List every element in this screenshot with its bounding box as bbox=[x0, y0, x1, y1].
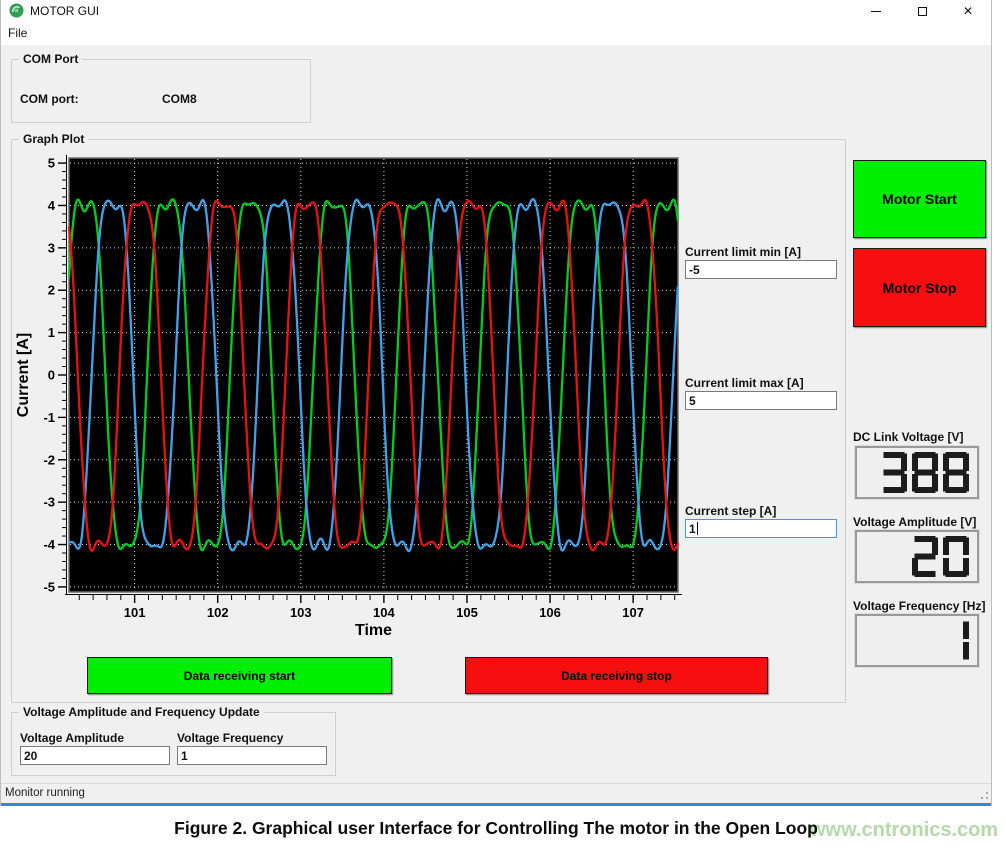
svg-text:Time: Time bbox=[355, 622, 392, 639]
current-step-input[interactable] bbox=[685, 519, 837, 538]
svg-text:105: 105 bbox=[456, 605, 478, 620]
svg-text:103: 103 bbox=[290, 605, 312, 620]
svg-text:106: 106 bbox=[539, 605, 561, 620]
motor-start-button[interactable]: Motor Start bbox=[853, 160, 986, 238]
current-limit-max-label: Current limit max [A] bbox=[685, 376, 839, 390]
title-bar: MOTOR GUI ✕ bbox=[1, 0, 991, 22]
resize-grip-icon[interactable] bbox=[976, 787, 988, 799]
svg-text:2: 2 bbox=[48, 283, 55, 298]
menu-bar: File bbox=[1, 22, 991, 45]
status-bar: Monitor running bbox=[1, 783, 991, 803]
svg-text:-1: -1 bbox=[43, 410, 55, 425]
voltage-amplitude-display bbox=[855, 530, 979, 583]
voltage-amplitude-display-label: Voltage Amplitude [V] bbox=[853, 515, 976, 529]
figure-caption: Figure 2. Graphical user Interface for C… bbox=[0, 818, 992, 839]
voltage-frequency-input[interactable] bbox=[177, 746, 327, 765]
data-receiving-start-button[interactable]: Data receiving start bbox=[87, 657, 392, 694]
dc-link-voltage-label: DC Link Voltage [V] bbox=[853, 430, 963, 444]
svg-text:102: 102 bbox=[207, 605, 229, 620]
app-icon bbox=[9, 3, 24, 18]
current-limit-min-field: Current limit min [A] bbox=[685, 245, 839, 279]
voltage-frequency-field: Voltage Frequency bbox=[177, 731, 331, 765]
svg-text:1: 1 bbox=[48, 325, 55, 340]
svg-text:0: 0 bbox=[48, 368, 55, 383]
minimize-button[interactable] bbox=[853, 0, 899, 22]
graph-plot-group: Graph Plot 101102103104105106107-5-4-3-2… bbox=[11, 139, 846, 703]
voltage-amplitude-input[interactable] bbox=[20, 746, 170, 765]
dc-link-voltage-display bbox=[855, 446, 979, 499]
current-limit-min-input[interactable] bbox=[685, 260, 837, 279]
svg-text:-3: -3 bbox=[43, 495, 55, 510]
motor-stop-button[interactable]: Motor Stop bbox=[853, 248, 986, 327]
svg-text:5: 5 bbox=[48, 156, 55, 171]
figure-caption-area: www.cntronics.com Figure 2. Graphical us… bbox=[0, 806, 1006, 848]
current-waveform-chart: 101 102 103 104 105 106 107 -5 -4 -3 -2 -1 0 1 2 3 4 5 Tim… bbox=[16, 146, 686, 646]
com-port-group: COM Port COM port: COM8 bbox=[11, 59, 311, 123]
svg-text:4: 4 bbox=[48, 198, 56, 213]
com-port-group-title: COM Port bbox=[19, 52, 82, 66]
app-window: MOTOR GUI ✕ File COM Port COM port: COM8… bbox=[0, 0, 992, 806]
svg-text:3: 3 bbox=[48, 240, 55, 255]
voltage-frequency-display-label: Voltage Frequency [Hz] bbox=[853, 599, 985, 613]
current-limit-min-label: Current limit min [A] bbox=[685, 245, 839, 259]
menu-file[interactable]: File bbox=[1, 22, 34, 44]
com-port-label: COM port: bbox=[20, 92, 79, 106]
voltage-frequency-display bbox=[855, 614, 979, 667]
voltage-amplitude-field: Voltage Amplitude bbox=[20, 731, 174, 765]
svg-text:-2: -2 bbox=[43, 452, 55, 467]
maximize-button[interactable] bbox=[899, 0, 945, 22]
graph-plot-group-title: Graph Plot bbox=[19, 132, 88, 146]
voltage-amplitude-label: Voltage Amplitude bbox=[20, 731, 174, 745]
voltage-frequency-label: Voltage Frequency bbox=[177, 731, 331, 745]
voltage-update-group: Voltage Amplitude and Frequency Update V… bbox=[11, 712, 336, 776]
current-limit-max-input[interactable] bbox=[685, 391, 837, 410]
window-title: MOTOR GUI bbox=[30, 4, 99, 18]
svg-text:107: 107 bbox=[622, 605, 644, 620]
current-step-label: Current step [A] bbox=[685, 504, 839, 518]
svg-text:101: 101 bbox=[124, 605, 146, 620]
svg-text:-5: -5 bbox=[43, 579, 55, 594]
svg-text:Current [A]: Current [A] bbox=[16, 333, 32, 417]
svg-text:-4: -4 bbox=[43, 537, 55, 552]
current-step-field: Current step [A] bbox=[685, 504, 839, 538]
voltage-update-group-title: Voltage Amplitude and Frequency Update bbox=[19, 705, 264, 719]
close-button[interactable]: ✕ bbox=[945, 0, 991, 22]
data-receiving-stop-button[interactable]: Data receiving stop bbox=[465, 657, 768, 694]
svg-text:104: 104 bbox=[373, 605, 395, 620]
com-port-value: COM8 bbox=[162, 92, 197, 106]
current-limit-max-field: Current limit max [A] bbox=[685, 376, 839, 410]
